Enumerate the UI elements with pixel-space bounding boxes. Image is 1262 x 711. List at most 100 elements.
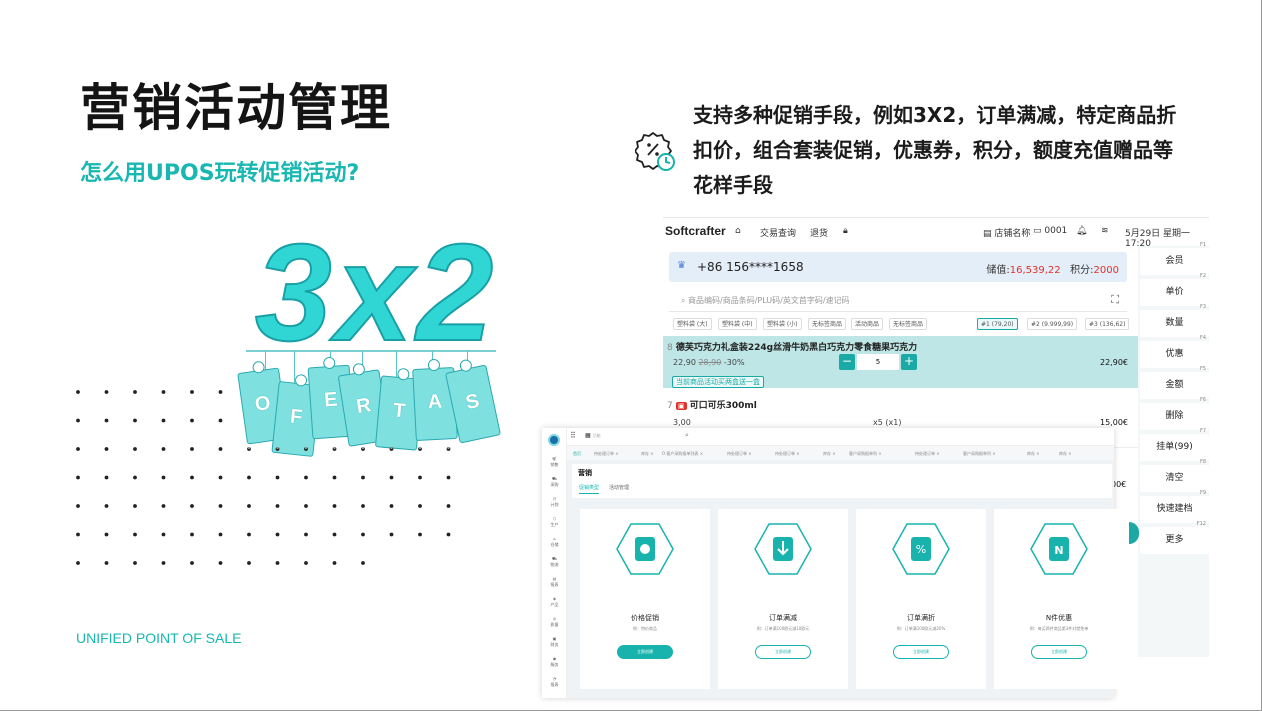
search-icon[interactable]: ⌕ [685,431,689,440]
rail-products[interactable]: ◈ 产品 [546,596,563,608]
admin-search-input[interactable]: ▦ 功能 [585,432,601,439]
rail-logistics[interactable]: ⛟ 物流 [546,556,563,568]
decor-dot [104,504,109,508]
chip-unlabeled-2[interactable]: 无标签商品 [889,318,928,330]
promo-type-cards: 价格促销 例：特价商品 立即创建 订单满减 例：订单满100欧元减10欧元 立即… [572,509,1124,689]
decor-dot-small [447,446,450,450]
rail-reports-2[interactable]: ◔ 报表 [546,676,563,688]
member-bar[interactable]: ♛ +86 156****1658 储值:16,539,22 积分:2000 [669,252,1127,282]
decor-dot [218,475,223,480]
chip-bag-small[interactable]: 塑料袋 (小) [763,318,802,330]
fkey-clear-button[interactable]: F8 清空 [1140,459,1209,492]
quantity-stepper: − 5 + [839,354,917,370]
decor-dot [161,447,166,451]
cart-item-name: 8 德芙巧克力礼盒装224g丝滑牛奶黑白巧克力零食糖果巧克力 [667,343,918,353]
svg-text:%: % [916,543,926,556]
create-button[interactable]: 立即创建 [755,645,811,659]
rail-plan[interactable]: ◷ 计划 [546,496,563,508]
rail-sales[interactable]: 🛒︎ 销售 [546,456,563,468]
rail-reports[interactable]: ▤ 报表 [546,576,563,588]
rail-purchase[interactable]: ⛟ 采购 [546,476,563,488]
decor-dot [275,504,280,508]
decor-dot [190,447,194,451]
create-button[interactable]: 立即创建 [1031,645,1087,659]
tag-string [265,351,266,371]
fkey-member-button[interactable]: F1 会员 [1140,242,1209,275]
card-title: 订单满减 [769,614,797,622]
decor-dot [161,418,166,423]
card-title: 订单满折 [907,614,935,622]
store-name: ▤ 店铺名称 [983,229,1031,239]
lock-icon[interactable]: 🔒︎ [843,226,848,236]
nav-returns[interactable]: 退货 [810,226,828,239]
decor-dot [190,532,194,537]
chip-unlabeled[interactable]: 无标签商品 [808,318,847,330]
decor-dot [133,504,137,508]
product-search-input[interactable]: ⌕ 商品编码/商品条码/PLU码/英文首字码/速记码 ⛶ [669,288,1127,312]
qty-plus-button[interactable]: + [901,354,917,370]
pos-topbar: Softcrafter ⌂ 交易查询 退货 🔒︎ ▤ 店铺名称 ▭ 0001 🔔… [663,218,1209,249]
chip-bag-medium[interactable]: 塑料袋 (中) [718,318,757,330]
tab-inventory-4[interactable]: 库存 × [1059,451,1072,457]
section-title: 营销 [578,469,592,477]
tab-pending-orders-3[interactable]: 待处理订单 × [775,451,800,457]
decor-dot [161,561,166,565]
decor-dot [218,561,223,565]
tab-customer-orders[interactable]: O 客户采购报单列表 × [662,451,703,457]
fkey-delete-button[interactable]: F6 删除 [1140,397,1209,430]
admin-tabs: 首页 待处理订单 × 库存 × O 客户采购报单列表 × 待处理订单 × 待处理… [567,446,1114,460]
rail-production[interactable]: ⬡ 生产 [546,516,563,528]
create-button[interactable]: 立即创建 [893,645,949,659]
rail-finance[interactable]: ▣ 财务 [546,636,563,648]
chip-activity[interactable]: 活动商品 [851,318,884,330]
bell-icon[interactable]: 🔔︎ [1076,226,1087,236]
fkey-hold-button[interactable]: F7 挂单(99) [1140,428,1209,461]
scan-icon[interactable]: ⛶ [1111,293,1119,307]
qty-minus-button[interactable]: − [839,354,855,370]
subtab-activity-manage[interactable]: 活动管理 [609,484,629,491]
qty-value[interactable]: 5 [857,354,899,370]
rail-service[interactable]: ◉ 服务 [546,656,563,668]
decor-dot [218,390,223,394]
decor-dot-small [418,446,422,450]
price-tag-icon [616,523,674,575]
fkey-more-button[interactable]: F12 更多 [1140,521,1209,554]
tab-pending-orders[interactable]: 待处理订单 × [594,451,619,457]
chip-bag-large[interactable]: 塑料袋 (大) [673,318,712,330]
tab-pending-orders-4[interactable]: 待处理订单 × [915,451,940,457]
fkey-discount-button[interactable]: F4 优惠 [1140,335,1209,368]
tab-inventory-2[interactable]: 库存 × [823,451,836,457]
held-order-3[interactable]: #3 (136,62) [1085,318,1130,330]
percent-icon: % [892,523,950,575]
rail-warehouse[interactable]: ⌂ 仓储 [546,536,563,548]
tab-customer-orders-2[interactable]: 客户采购报单列 × [849,451,882,457]
discount-clock-icon [635,132,675,171]
cart-row-selected[interactable]: 8 德芙巧克力礼盒装224g丝滑牛奶黑白巧克力零食糖果巧克力 22,90 28,… [663,336,1138,388]
decor-dot-small [276,446,279,450]
fkey-amount-button[interactable]: F5 金额 [1140,366,1209,399]
held-order-2[interactable]: #2 (9.999,99) [1027,318,1078,330]
decor-dot [104,447,109,451]
tab-customer-orders-3[interactable]: 客户采购报单列 × [963,451,996,457]
hanging-bar [246,350,496,352]
decor-dot [218,447,223,451]
tab-home[interactable]: 首页 [573,451,581,457]
fkey-unit-price-button[interactable]: F2 单价 [1140,273,1209,306]
home-icon[interactable]: ⌂ [735,226,741,236]
tab-inventory[interactable]: 库存 × [641,451,654,457]
rail-quality[interactable]: ◎ 质量 [546,616,563,628]
subtab-promo-types[interactable]: 促销类型 [579,484,600,494]
dot-grid-decoration [76,390,451,565]
create-button[interactable]: 立即创建 [617,645,673,659]
grid-icon[interactable]: ⠿ [570,431,576,440]
cart-item-total: 15,00€ [1100,418,1128,427]
decor-dot-small [361,446,365,450]
crown-icon: ♛ [677,260,686,271]
decor-dot [389,504,394,508]
tab-inventory-3[interactable]: 库存 × [1027,451,1040,457]
nav-transactions[interactable]: 交易查询 [760,226,796,239]
tab-pending-orders-2[interactable]: 待处理订单 × [727,451,752,457]
fkey-quantity-button[interactable]: F3 数量 [1140,304,1209,337]
decor-dot [332,532,337,537]
held-order-1[interactable]: #1 (79,20) [977,318,1018,330]
